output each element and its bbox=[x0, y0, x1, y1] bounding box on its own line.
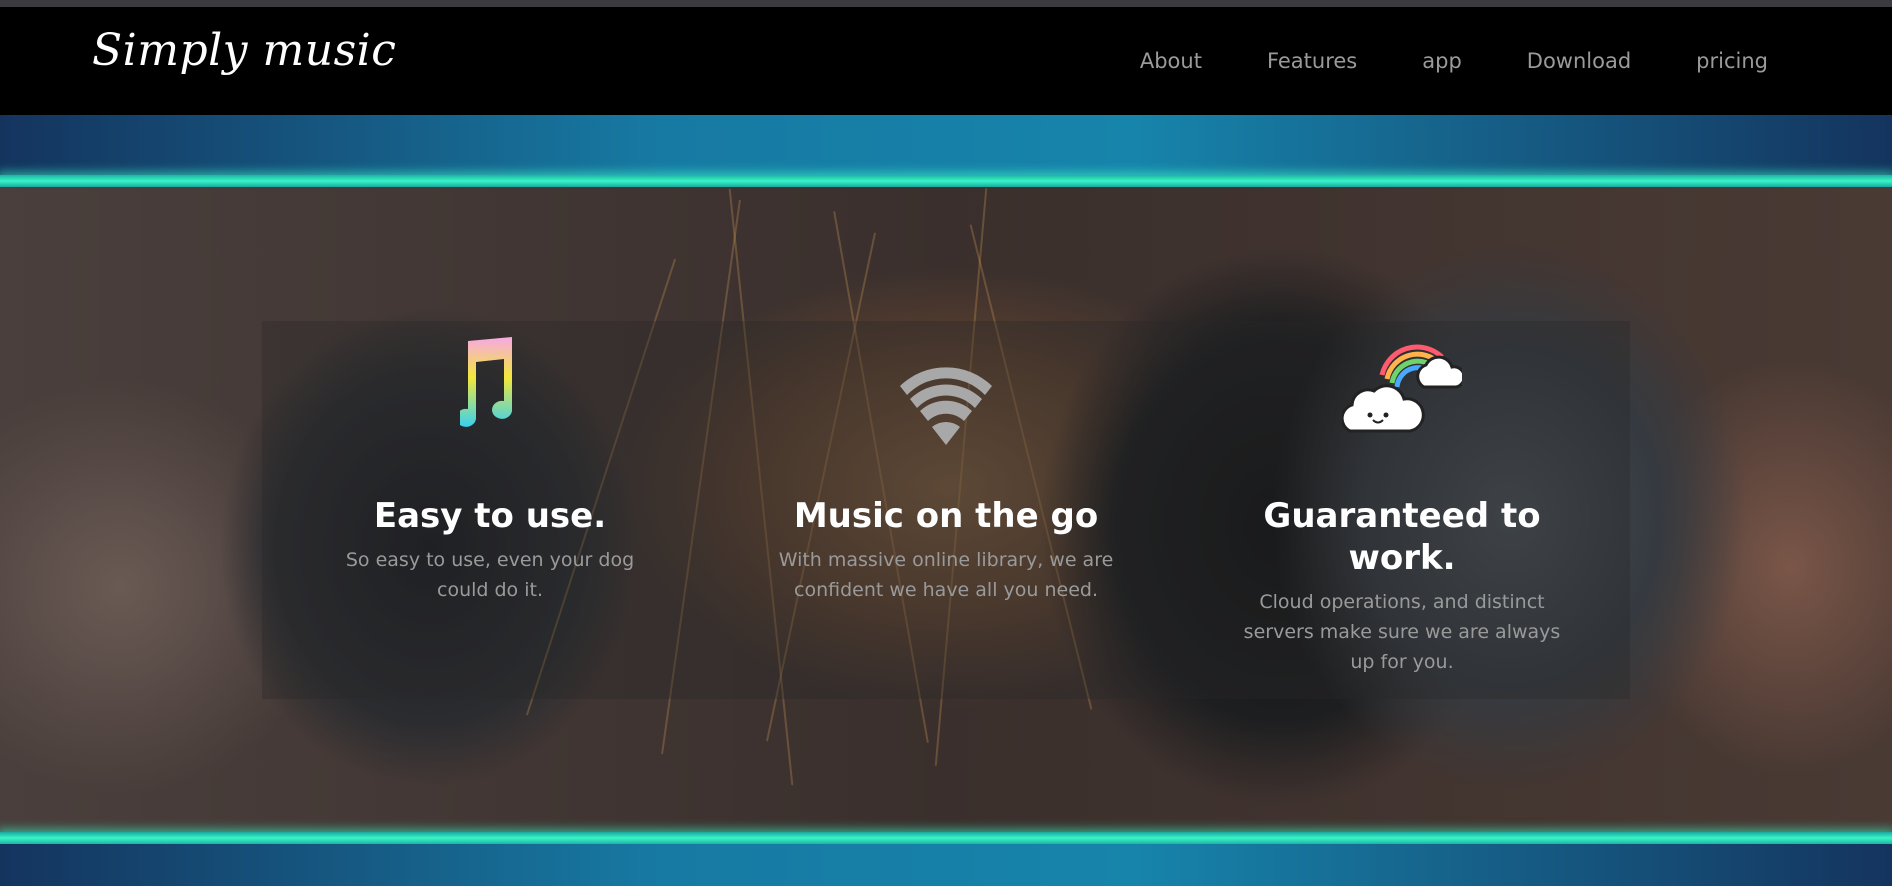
feature-title: Guaranteed to work. bbox=[1263, 496, 1541, 578]
feature-description: So easy to use, even your dog could do i… bbox=[345, 549, 635, 601]
feature-description: With massive online library, we are conf… bbox=[778, 549, 1114, 601]
nav-link-features[interactable]: Features bbox=[1267, 49, 1357, 73]
feature-card-guaranteed: Guaranteed to work. Cloud operations, an… bbox=[1174, 321, 1630, 699]
nav-link-download[interactable]: Download bbox=[1527, 49, 1631, 73]
wifi-icon bbox=[898, 353, 994, 445]
top-glow-line bbox=[0, 175, 1892, 187]
bottom-blue-band bbox=[0, 844, 1892, 886]
features-panel: Easy to use. So easy to use, even your d… bbox=[262, 321, 1630, 699]
brand-logo[interactable]: Simply music bbox=[92, 25, 396, 76]
top-navbar: Simply music About Features app Download… bbox=[0, 7, 1892, 115]
feature-card-on-the-go: Music on the go With massive online libr… bbox=[718, 321, 1174, 699]
nav-link-app[interactable]: app bbox=[1422, 49, 1462, 73]
top-blue-band bbox=[0, 115, 1892, 177]
feature-title: Easy to use. bbox=[373, 496, 607, 536]
nav-link-about[interactable]: About bbox=[1140, 49, 1202, 73]
cloud-rainbow-icon bbox=[1340, 327, 1466, 439]
feature-title: Music on the go bbox=[793, 496, 1099, 536]
bottom-glow-line bbox=[0, 832, 1892, 844]
nav-links: About Features app Download pricing bbox=[1075, 7, 1768, 115]
music-note-icon bbox=[456, 335, 520, 435]
feature-description: Cloud operations, and distinct servers m… bbox=[1243, 591, 1561, 673]
nav-link-pricing[interactable]: pricing bbox=[1696, 49, 1768, 73]
feature-card-easy: Easy to use. So easy to use, even your d… bbox=[262, 321, 718, 699]
top-edge-strip bbox=[0, 0, 1892, 7]
